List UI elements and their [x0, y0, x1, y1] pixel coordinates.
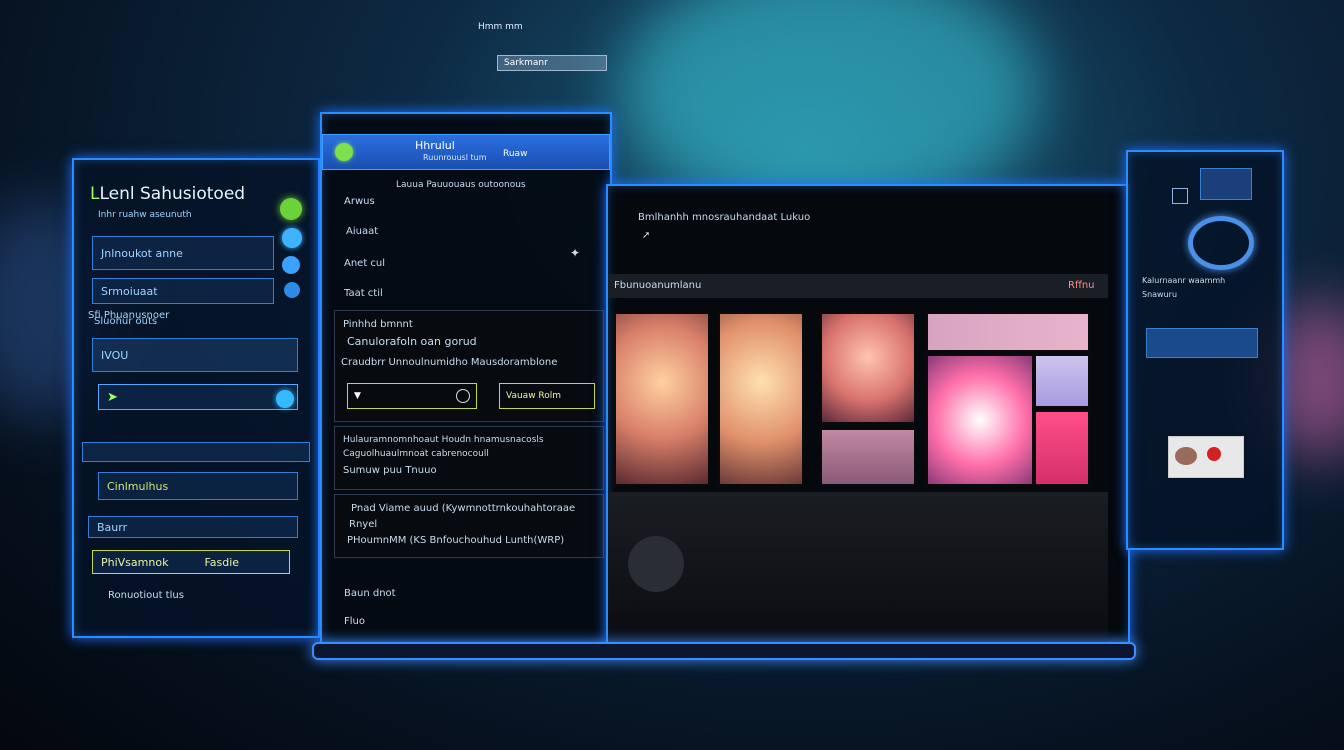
globe-icon[interactable]: [282, 228, 302, 248]
top-tab-2[interactable]: Sarkmanr: [497, 55, 607, 71]
left-item-1[interactable]: Jnlnoukot anne: [92, 236, 274, 270]
block3-line3: PHoumnMM (KS Bnfouchouhud Lunth(WRP): [347, 535, 565, 546]
block1-button-1[interactable]: ▼: [347, 383, 477, 409]
block1-title: Pinhhd bmnnt: [343, 319, 413, 330]
left-item-2[interactable]: Srmoiuaat: [92, 278, 274, 304]
gallery-image-4[interactable]: [820, 428, 916, 486]
middle-header-title: Hhrulul: [415, 139, 455, 152]
middle-panel: Hhrulul Ruunrouusl tum Ruaw Lauua Pauuou…: [320, 112, 612, 646]
main-cursor-icon: ➚: [642, 230, 651, 241]
block3-line2: Rnyel: [349, 519, 378, 530]
left-lower-item-1[interactable]: Cinlmulhus: [98, 472, 298, 500]
middle-list-item-3[interactable]: Anet cul: [344, 258, 385, 269]
middle-block-3: Pnad Viame auud (Kywmnottrnkouhahtoraae …: [334, 494, 604, 558]
gallery-image-5[interactable]: [926, 312, 1090, 352]
toggle-knob-icon[interactable]: [276, 390, 294, 408]
left-lower-item-2[interactable]: Baurr: [88, 516, 298, 538]
block1-line2: Canulorafoln oan gorud: [347, 335, 477, 348]
block1-line3: Craudbrr Unnoulnumidho Mausdoramblone: [341, 357, 558, 368]
circle-icon: [456, 389, 470, 403]
middle-subheader: Lauua Pauuouaus outoonous: [396, 180, 526, 190]
middle-header-sub: Ruunrouusl tum: [423, 153, 487, 162]
gallery-image-8[interactable]: [1034, 410, 1090, 486]
middle-block-2: Hulauramnomnhoaut Houdn hnamusnacosls Ca…: [334, 426, 604, 490]
left-item-ivou[interactable]: IVOU: [92, 338, 298, 372]
gallery-image-3[interactable]: [820, 312, 916, 424]
block2-line2: Caguolhuaulmnoat cabrenocoull: [343, 449, 489, 459]
video-preview[interactable]: [608, 492, 1108, 642]
check-icon: ➤: [107, 389, 118, 405]
block2-line1: Hulauramnomnhoaut Houdn hnamusnacosls: [343, 435, 544, 445]
left-lower-item-5: Ronuotiout tlus: [108, 590, 184, 601]
right-small-icon[interactable]: [1172, 188, 1188, 204]
block1-button-2[interactable]: Vauaw Rolm: [499, 383, 595, 409]
top-tab-1[interactable]: Hmm mm: [478, 22, 542, 36]
middle-header-right: Ruaw: [503, 149, 528, 159]
avatar-icon: [1175, 447, 1197, 465]
middle-footer-2: Fluo: [344, 616, 365, 627]
gallery-image-2[interactable]: [718, 312, 804, 486]
right-info-box: [1146, 328, 1258, 358]
download-icon: ▼: [354, 391, 361, 401]
red-badge-icon: [1207, 447, 1221, 461]
bottom-glow-bar: [312, 642, 1136, 660]
middle-list-item-2[interactable]: Aiuaat: [346, 226, 378, 237]
main-section-label: Fbunuoanumlanu: [614, 280, 702, 291]
block2-line3: Sumuw puu Tnuuo: [343, 465, 437, 476]
left-panel-subtitle: Inhr ruahw aseunuth: [98, 210, 192, 220]
gallery: [614, 312, 1092, 488]
middle-block-1: Pinhhd bmnnt Canulorafoln oan gorud Crau…: [334, 310, 604, 422]
right-top-button[interactable]: [1200, 168, 1252, 200]
shield-icon[interactable]: [282, 256, 300, 274]
gallery-image-6[interactable]: [926, 354, 1034, 486]
right-label-1: Kalurnaanr waammh: [1142, 276, 1226, 285]
right-card[interactable]: [1168, 436, 1244, 478]
middle-header: Hhrulul Ruunrouusl tum Ruaw: [322, 134, 610, 170]
left-section-label: Sfi Phuanusnoer: [88, 310, 170, 321]
left-lower-item-3-value: Fasdie: [204, 555, 240, 569]
left-panel-title: LLenl Sahusiotoed: [90, 184, 246, 204]
left-toggle-row[interactable]: ➤: [98, 384, 298, 410]
main-section-bar: Fbunuoanumlanu Rffnu: [608, 274, 1108, 298]
status-green-icon[interactable]: [280, 198, 302, 220]
right-panel: Kalurnaanr waammh Snawuru: [1126, 150, 1284, 550]
gallery-image-1[interactable]: [614, 312, 710, 486]
main-section-right: Rffnu: [1068, 280, 1095, 291]
main-panel: Bmlhanhh mnosrauhandaat Lukuo ➚ Fbunuoan…: [606, 184, 1130, 646]
app-logo-icon: [335, 143, 353, 161]
left-lower-item-3[interactable]: PhiVsamnok Fasdie: [92, 550, 290, 574]
middle-footer-1: Baun dnot: [344, 588, 396, 599]
middle-list-item-4[interactable]: Taat ctil: [344, 288, 383, 299]
left-divider: [82, 442, 310, 462]
ring-icon: [1188, 216, 1254, 270]
main-header-text: Bmlhanhh mnosrauhandaat Lukuo: [638, 212, 811, 223]
middle-list-item-1[interactable]: Arwus: [344, 196, 375, 207]
play-icon[interactable]: [628, 536, 684, 592]
arrow-icon[interactable]: [284, 282, 300, 298]
cursor-icon: ✦: [570, 246, 581, 260]
right-label-2: Snawuru: [1142, 290, 1178, 299]
block3-line1: Pnad Viame auud (Kywmnottrnkouhahtoraae: [351, 503, 576, 514]
left-panel: LLenl Sahusiotoed Inhr ruahw aseunuth Jn…: [72, 158, 320, 638]
gallery-image-7[interactable]: [1034, 354, 1090, 408]
